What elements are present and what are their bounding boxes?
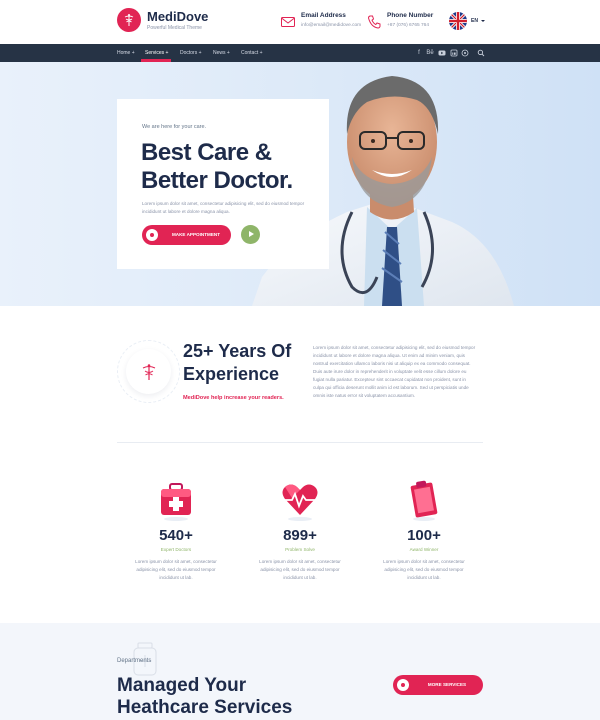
phone-contact: Phone Number +87 (076) 6765 764: [366, 12, 433, 30]
experience-badge: [117, 340, 180, 403]
clipboard-icon: [410, 480, 438, 521]
stat-description: Lorem ipsum dolor sit amet, consectetur …: [135, 559, 217, 580]
stat-description: Lorem ipsum dolor sit amet, consectetur …: [259, 559, 341, 580]
stat-value: 540+: [159, 527, 193, 544]
email-title: Email Address: [301, 12, 346, 19]
brand-tagline: Powerful Medical Theme: [147, 24, 202, 31]
phone-title: Phone Number: [387, 12, 434, 19]
phone-value[interactable]: +87 (076) 6765 764: [387, 23, 433, 28]
stat-label: Problem Solve: [285, 547, 315, 552]
medical-kit-icon: [161, 483, 191, 521]
stat-item: 899+ Problem Solve Lorem ipsum dolor sit…: [250, 478, 350, 582]
caduceus-logo-icon: [117, 8, 141, 32]
site-logo[interactable]: MediDove Powerful Medical Theme: [117, 8, 208, 32]
experience-title-line1: 25+ Years Of: [183, 341, 292, 361]
play-video-button[interactable]: [241, 225, 260, 244]
nav-item-home[interactable]: Home +: [117, 44, 135, 62]
stat-label: Expert Doctors: [160, 547, 192, 552]
stat-item: 540+ Expert Doctors Lorem ipsum dolor si…: [126, 478, 226, 582]
make-appointment-label: MAKE APPOINTMENT: [171, 232, 221, 237]
make-appointment-button[interactable]: MAKE APPOINTMENT: [142, 225, 231, 245]
envelope-icon: [281, 17, 295, 27]
top-header: MediDove Powerful Medical Theme Email Ad…: [0, 0, 600, 44]
departments-title-line1: Managed Your: [117, 675, 247, 696]
language-code: EN: [471, 18, 478, 24]
stat-value: 100+: [407, 527, 441, 544]
departments-eyebrow: Departments: [117, 658, 152, 664]
experience-title-line2: Experience: [183, 364, 280, 384]
hero-card: We are here for your care. Best Care & B…: [117, 99, 329, 269]
chevron-down-icon: [480, 20, 485, 22]
uk-flag-icon: [449, 12, 467, 30]
more-services-button[interactable]: MORE SERVICES: [393, 675, 483, 695]
experience-description: Lorem ipsum dolor sit amet, consectetur …: [313, 345, 476, 398]
experience-title: 25+ Years Of Experience: [183, 340, 291, 386]
facebook-icon[interactable]: f: [415, 49, 423, 57]
hero-eyebrow: We are here for your care.: [142, 124, 207, 130]
hero-description: Lorem ipsum dolor sit amet, consectetur …: [142, 201, 305, 214]
section-divider: [117, 442, 483, 443]
experience-tagline: MediDove help increase your readers.: [183, 395, 284, 401]
button-dot-icon: [397, 679, 409, 691]
nav-item-contact[interactable]: Contact +: [241, 44, 263, 62]
main-nav: Home + Services + Doctors + News + Conta…: [0, 44, 600, 62]
hero-title-line1: Best Care &: [141, 139, 272, 166]
stat-item: 100+ Award Winner Lorem ipsum dolor sit …: [374, 478, 474, 582]
youtube-icon[interactable]: [438, 49, 446, 57]
stat-value: 899+: [283, 527, 317, 544]
stat-label: Award Winner: [409, 547, 439, 552]
email-value[interactable]: info@email@medidove.com: [301, 23, 361, 28]
hero-title: Best Care & Better Doctor.: [141, 139, 293, 195]
more-services-label: MORE SERVICES: [427, 682, 467, 687]
departments-section: Departments Managed Your Heathcare Servi…: [0, 623, 600, 720]
behance-icon[interactable]: Bē: [426, 49, 434, 57]
linkedin-icon[interactable]: [450, 49, 458, 57]
language-selector[interactable]: EN: [449, 12, 486, 30]
caduceus-icon: [142, 363, 155, 380]
nav-item-news[interactable]: News +: [213, 44, 230, 62]
departments-title-line2: Heathcare Services: [117, 697, 293, 718]
pinterest-icon[interactable]: [461, 49, 469, 57]
departments-title: Managed Your Heathcare Services: [117, 675, 292, 719]
stat-description: Lorem ipsum dolor sit amet, consectetur …: [383, 559, 465, 580]
brand-name: MediDove: [147, 8, 209, 24]
heartbeat-icon: [282, 484, 320, 521]
button-dot-icon: [146, 229, 158, 241]
search-icon[interactable]: [477, 49, 485, 57]
hero-section: We are here for your care. Best Care & B…: [0, 62, 600, 306]
phone-icon: [367, 15, 381, 29]
nav-item-doctors[interactable]: Doctors +: [180, 44, 202, 62]
email-contact: Email Address info@email@medidove.com: [280, 12, 361, 30]
hero-title-line2: Better Doctor.: [141, 167, 293, 194]
